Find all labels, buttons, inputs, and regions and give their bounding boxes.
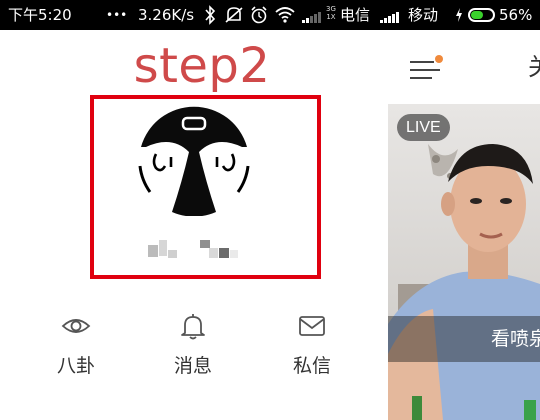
signal-icon [302, 5, 322, 23]
status-time: 下午5:20 [8, 6, 72, 24]
bell-icon [181, 314, 205, 340]
status-bar: 下午5:20 ••• 3.26K/s 3G 1X 电信 移动 56% [0, 0, 540, 30]
status-notification-dots: ••• [106, 8, 128, 22]
avatar[interactable] [138, 104, 250, 216]
battery-fill [471, 11, 483, 19]
menu-icon[interactable] [410, 54, 444, 82]
carrier-2: 移动 [408, 6, 439, 24]
envelope-icon [299, 316, 325, 336]
card-caption-bar: 看喷泉 [388, 316, 540, 362]
username-blurred [148, 238, 252, 260]
nav-gossip-label: 八卦 [56, 355, 95, 377]
card-caption-text: 看喷泉 [491, 328, 540, 350]
network-tag-bottom: 1X [326, 13, 336, 21]
nav-private-messages[interactable]: 私信 [272, 312, 352, 382]
toolbar-title[interactable]: 关 [528, 52, 540, 82]
eye-icon [61, 319, 91, 333]
nav-messages-label: 消息 [173, 355, 212, 377]
side-drawer: step2 八卦 消息 私信 [0, 30, 388, 420]
nav-private-messages-label: 私信 [292, 355, 331, 377]
battery-icon [468, 8, 495, 22]
step-annotation: step2 [133, 38, 271, 94]
live-stream-card[interactable]: LIVE 看喷泉 [388, 104, 540, 420]
signal-icon [380, 5, 400, 23]
toolbar: 关 [388, 30, 540, 104]
nav-gossip[interactable]: 八卦 [36, 312, 116, 382]
network-speed: 3.26K/s [138, 6, 195, 24]
stream-thumbnail [388, 104, 540, 420]
main-panel[interactable]: 关 [388, 30, 540, 420]
network-type-tag: 3G 1X [326, 5, 336, 21]
live-badge: LIVE [397, 114, 450, 141]
nav-messages[interactable]: 消息 [153, 312, 233, 382]
network-tag-top: 3G [326, 5, 336, 13]
carrier-1: 电信 [340, 6, 371, 24]
battery-percent: 56% [499, 6, 533, 24]
